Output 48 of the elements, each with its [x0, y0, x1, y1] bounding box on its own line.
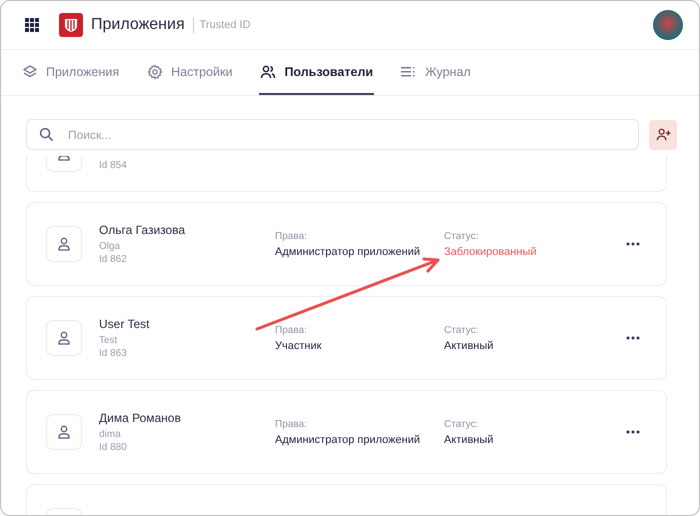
rights-label: Права: [275, 230, 308, 242]
status-label: Статус: [444, 418, 480, 430]
users-icon [260, 64, 276, 80]
add-user-icon [656, 127, 670, 142]
user-avatar-icon [46, 414, 82, 450]
status-label: Статус: [444, 324, 480, 336]
user-login: Olga [99, 240, 122, 252]
app-title: Приложения [91, 16, 185, 34]
app-subtitle: Trusted ID [200, 19, 251, 31]
avatar[interactable] [653, 10, 683, 40]
rights-value: Участник [275, 340, 322, 352]
add-user-button[interactable] [649, 120, 677, 150]
nav-tab[interactable]: Настройки [146, 50, 234, 95]
status-value: Активный [444, 434, 494, 446]
user-avatar-icon [46, 226, 82, 262]
search-field[interactable]: Поиск... [26, 119, 639, 150]
rights-value: Администратор приложений [275, 434, 422, 446]
more-icon[interactable] [626, 242, 640, 246]
more-icon[interactable] [626, 336, 640, 340]
user-name: User Test [99, 316, 150, 330]
app-grid-icon[interactable] [25, 18, 39, 32]
more-icon[interactable] [626, 430, 640, 434]
gear-icon [147, 64, 164, 80]
status-value: Активный [444, 340, 494, 352]
user-card[interactable]: User Test Test Id 863 Права: Участник Статус: Активный [26, 296, 667, 380]
rights-value: Администратор приложений [275, 246, 422, 258]
nav-tab[interactable]: Приложения [21, 50, 120, 95]
search-icon [39, 127, 54, 142]
user-id: Id 863 [99, 346, 128, 360]
user-login: dima [99, 428, 122, 440]
user-id: Id 862 [99, 252, 128, 266]
nav-tab[interactable]: Журнал [400, 50, 472, 95]
user-name: Ольга Газизова [99, 222, 186, 236]
user-login: Test [99, 334, 118, 346]
user-name: Дима Романов [99, 410, 182, 424]
rights-label: Права: [275, 324, 308, 336]
rights-label: Права: [275, 418, 308, 430]
shield-logo-icon [59, 13, 83, 37]
user-id: Id 880 [99, 440, 128, 454]
user-card[interactable]: Ольга Газизова Olga Id 862 Права: Администратор приложений Статус: Заблокированный [26, 202, 667, 286]
status-value: Заблокированный [444, 246, 538, 258]
user-id: Id 854 [99, 159, 128, 172]
user-avatar-icon [46, 320, 82, 356]
layers-icon [22, 64, 38, 80]
status-label: Статус: [444, 230, 480, 242]
list-icon [401, 66, 418, 78]
nav-tab[interactable]: Пользователи [259, 50, 374, 95]
user-card[interactable]: Дима Романов dima Id 880 Права: Администратор приложений Статус: Активный [26, 390, 667, 474]
